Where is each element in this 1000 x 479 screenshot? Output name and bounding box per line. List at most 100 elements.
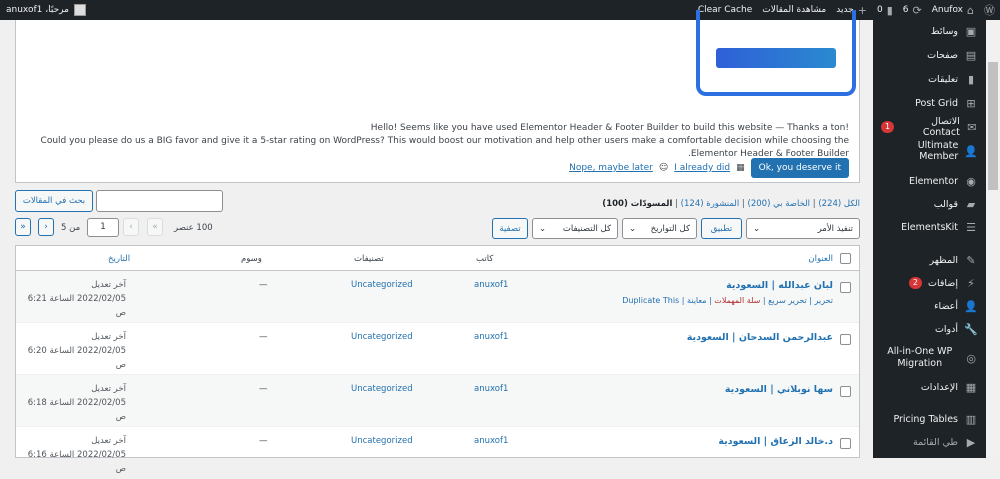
post-title-link[interactable]: عبدالرحمن السدحان | السعودية	[687, 332, 833, 343]
comments-menu[interactable]: ▮ 0	[872, 0, 898, 20]
date-value: 2022/02/05 الساعة 6:18	[27, 398, 126, 408]
bulk-action-select[interactable]: تنفيذ الأمر ⌄	[746, 218, 860, 239]
sidebar-item[interactable]: 🔧 أدوات	[873, 320, 986, 338]
sidebar-item[interactable]: ☰ ElementsKit	[873, 218, 986, 236]
sidebar-item[interactable]: ◉ Elementor	[873, 172, 986, 190]
row-checkbox[interactable]	[840, 386, 851, 397]
status-filters: الكل (224) | الخاصة بي (200) | المنشورة …	[602, 199, 860, 209]
sidebar-item[interactable]: ▦ الإعدادات	[873, 378, 986, 396]
filter-drafts[interactable]: المسودّات (100)	[602, 199, 672, 209]
my-account-menu[interactable]: مرحبًا، anuxof1	[6, 0, 86, 20]
sidebar-item[interactable]: ⊞ Post Grid	[873, 94, 986, 112]
edit-link[interactable]: تحرير	[815, 296, 833, 305]
sidebar-item[interactable]: ▣ وسائط	[873, 22, 986, 40]
avatar	[73, 4, 86, 16]
comments-count: 0	[876, 5, 883, 15]
item-count: 100 عنصر	[174, 223, 213, 233]
smile-icon: ☺	[658, 163, 669, 173]
date-status: آخر تعديل	[91, 436, 126, 446]
author-link[interactable]: anuxof1	[474, 384, 508, 394]
posts-table: العنوان كاتب تصنيفات وسوم التاريخ لبان ع…	[15, 245, 860, 479]
category-link[interactable]: Uncategorized	[351, 384, 413, 394]
row-checkbox[interactable]	[840, 334, 851, 345]
post-title-link[interactable]: د.خالد الزعاق | السعودية	[718, 436, 833, 447]
apply-button[interactable]: تطبيق	[701, 218, 742, 239]
plus-icon: +	[857, 3, 867, 17]
updates-icon: ⟳	[912, 3, 922, 17]
search-input[interactable]	[96, 190, 223, 212]
filter-button[interactable]: تصفية	[492, 218, 528, 239]
notice-illustration	[696, 10, 856, 96]
select-all-checkbox[interactable]	[840, 253, 851, 264]
notice-line-1: !Hello! Seems like you have used Element…	[370, 123, 849, 133]
row-checkbox[interactable]	[840, 282, 851, 293]
sidebar-item-label: ElementsKit	[901, 221, 958, 233]
grid-icon: ⊞	[966, 96, 976, 110]
category-link[interactable]: Uncategorized	[351, 436, 413, 446]
trash-link[interactable]: سلة المهملات	[714, 296, 760, 305]
post-title-link[interactable]: لبان عبدالله | السعودية	[726, 280, 833, 291]
wp-logo-menu[interactable]: Ⓦ	[979, 0, 1000, 20]
author-link[interactable]: anuxof1	[474, 436, 508, 446]
sidebar-item[interactable]: ▰ قوالب	[873, 195, 986, 213]
sidebar-item[interactable]: ✉ الاتصال Contact 1	[873, 116, 986, 138]
ok-deserve-button[interactable]: Ok, you deserve it	[750, 158, 849, 178]
filter-published[interactable]: المنشورة (124)	[681, 199, 740, 209]
col-categories: تصنيفات	[354, 254, 384, 264]
filter-all[interactable]: الكل (224)	[818, 199, 860, 209]
last-page-button[interactable]: »	[15, 218, 31, 236]
updates-count: 6	[902, 5, 909, 15]
date-ampm: ص	[115, 360, 126, 370]
sidebar-item[interactable]: ◎ All-in-One WP Migration	[873, 343, 986, 373]
site-name-menu[interactable]: ⌂ Anufox	[927, 0, 979, 20]
col-date[interactable]: التاريخ	[108, 254, 130, 264]
sidebar-item[interactable]: 👤 أعضاء	[873, 297, 986, 315]
author-link[interactable]: anuxof1	[474, 332, 508, 342]
date-status: آخر تعديل	[91, 280, 126, 290]
filter-mine[interactable]: الخاصة بي (200)	[748, 199, 811, 209]
notice-text: !Hello! Seems like you have used Element…	[19, 122, 849, 161]
table-header: العنوان كاتب تصنيفات وسوم التاريخ	[16, 246, 859, 271]
date-cell: آخر تعديل 2022/02/05 الساعة 6:18 ص	[6, 382, 126, 424]
sidebar-item[interactable]: 👤 Ultimate Member	[873, 140, 986, 162]
bulk-action-value: تنفيذ الأمر	[817, 223, 853, 234]
row-checkbox[interactable]	[840, 438, 851, 449]
date-ampm: ص	[115, 412, 126, 422]
sidebar-item-label: Elementor	[908, 175, 958, 187]
col-title[interactable]: العنوان	[808, 254, 833, 264]
sidebar-item-label: تعليقات	[928, 73, 958, 85]
current-page-input[interactable]: 1	[87, 218, 119, 237]
sidebar-item[interactable]: ▮ تعليقات	[873, 70, 986, 88]
date-filter-select[interactable]: كل التواريخ ⌄	[622, 218, 697, 239]
duplicate-link[interactable]: Duplicate This	[622, 296, 679, 305]
sidebar-item-label: قوالب	[933, 198, 958, 210]
category-link[interactable]: Uncategorized	[351, 332, 413, 342]
sidebar-item[interactable]: ▤ صفحات	[873, 46, 986, 64]
table-row: لبان عبدالله | السعودية anuxof1 Uncatego…	[16, 271, 859, 323]
sidebar-item[interactable]: ✎ المظهر	[873, 251, 986, 269]
sidebar-item-label: الاتصال Contact	[922, 116, 960, 138]
date-status: آخر تعديل	[91, 384, 126, 394]
author-link[interactable]: anuxof1	[474, 280, 508, 290]
category-link[interactable]: Uncategorized	[351, 280, 413, 290]
search-posts-button[interactable]: بحث في المقالات	[15, 190, 93, 212]
maybe-later-link[interactable]: Nope, maybe later	[569, 163, 653, 173]
sidebar-item[interactable]: ⚡ إضافات 2	[873, 274, 986, 292]
sidebar-item-label: المظهر	[929, 254, 958, 266]
elementor-icon: ◉	[966, 174, 976, 188]
sidebar-item[interactable]: ▥ Pricing Tables	[873, 410, 986, 428]
category-filter-select[interactable]: كل التصنيفات ⌄	[532, 218, 618, 239]
mail-icon: ✉	[967, 120, 977, 134]
updates-menu[interactable]: ⟳ 6	[898, 0, 927, 20]
comments-icon: ▮	[967, 72, 975, 86]
scrollbar-thumb[interactable]	[988, 62, 998, 190]
scrollbar[interactable]	[986, 20, 1000, 458]
next-page-button[interactable]: ›	[38, 218, 54, 236]
already-did-link[interactable]: I already did	[674, 163, 730, 173]
quick-edit-link[interactable]: تحرير سريع	[768, 296, 807, 305]
preview-link[interactable]: معاينة	[687, 296, 707, 305]
chevron-down-icon: ⌄	[629, 223, 637, 234]
date-cell: آخر تعديل 2022/02/05 الساعة 6:21 ص	[6, 278, 126, 320]
sidebar-item[interactable]: ▶ طي القائمة	[873, 433, 986, 451]
post-title-link[interactable]: سها نوبلاني | السعودية	[725, 384, 833, 395]
